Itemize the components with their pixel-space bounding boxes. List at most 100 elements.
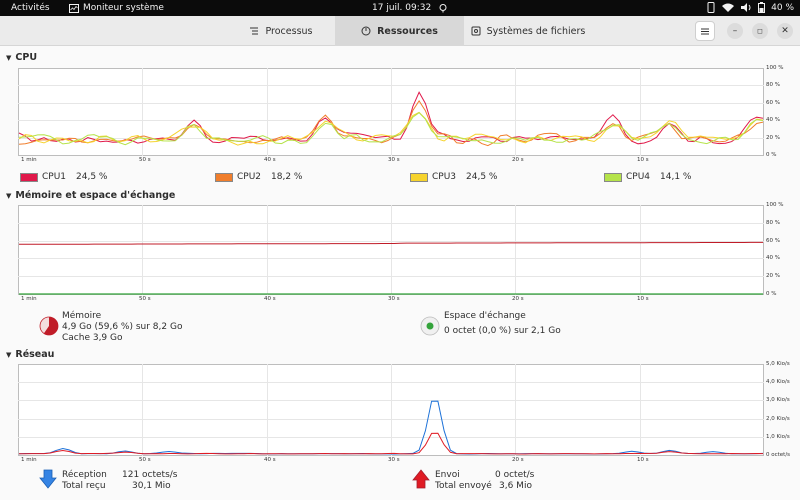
header-bar: Processus Ressources Systèmes de fichier… [0,16,800,46]
maximize-button[interactable]: ◻ [752,23,768,39]
chevron-down-icon: ▼ [6,53,12,62]
cpu-section-header[interactable]: ▼ CPU [6,52,37,63]
volume-icon [741,3,751,12]
memory-pie-button[interactable] [39,316,59,336]
x-tick-label: 50 s [139,457,151,463]
y-tick-label: 20 % [766,273,780,280]
y-tick-label: 4,0 Kio/s [766,379,790,386]
x-tick-label: 10 s [637,457,649,463]
x-tick-label: 1 min [21,296,37,302]
maximize-icon: ◻ [757,27,763,35]
tab-systemes-de-fichiers[interactable]: Systèmes de fichiers [468,16,588,46]
x-tick-label: 1 min [21,457,37,463]
memory-cache: Cache 3,9 Go [62,333,123,343]
cpu-name: CPU3 [432,172,457,182]
tx-total: 3,6 Mio [499,481,532,491]
cpu4-color-button[interactable] [604,172,622,182]
y-tick-label: 3,0 Kio/s [766,397,790,404]
memory-label: Mémoire [62,311,102,321]
y-tick-label: 60 % [766,237,780,244]
alarm-icon [439,2,447,13]
system-menu[interactable]: 40 % [707,2,794,13]
gauge-icon [361,26,371,36]
cpu-name: CPU1 [42,172,67,182]
x-tick-label: 30 s [388,457,400,463]
rx-label: Réception [62,470,107,480]
receive-info: Réception 121 octets/s Total reçu 30,1 Mio [62,470,178,492]
minimize-button[interactable]: – [727,23,743,39]
y-tick-label: 0 % [766,152,777,158]
tx-rate: 0 octet/s [495,470,535,480]
cpu-graph [18,68,764,156]
activities-button[interactable]: Activités [11,3,50,13]
swap-info: Espace d'échange 0 octet (0,0 %) sur 2,1… [444,311,561,337]
phone-icon [707,2,715,13]
tab-ressources[interactable]: Ressources [335,16,464,46]
main-menu-button[interactable] [695,21,715,41]
x-tick-label: 1 min [21,157,37,163]
tx-label: Envoi [435,470,460,480]
swap-label: Espace d'échange [444,311,526,321]
rx-total-label: Total reçu [62,481,106,491]
rx-total: 30,1 Mio [132,481,171,491]
send-info: Envoi 0 octet/s Total envoyé 3,6 Mio [435,470,534,492]
y-tick-label: 100 % [766,65,784,71]
upload-arrow-icon[interactable] [412,469,430,489]
cpu-title: CPU [15,52,38,63]
x-tick-label: 30 s [388,296,400,302]
wifi-icon [722,3,735,12]
x-tick-label: 20 s [512,457,524,463]
cpu-legend-item: CPU1 24,5 % [20,172,107,182]
y-tick-label: 80 % [766,219,780,226]
cpu-value: 24,5 % [466,172,498,182]
list-icon [250,27,259,35]
top-bar: Activités Moniteur système 17 juil. 09:3… [0,0,800,16]
clock[interactable]: 17 juil. 09:32 [372,3,431,13]
download-arrow-icon[interactable] [39,469,57,489]
tab-processus[interactable]: Processus [228,16,334,46]
tab-label: Processus [265,25,313,37]
memory-graph [18,205,764,295]
cpu-value: 14,1 % [660,172,692,182]
swap-pie-button[interactable] [420,316,440,336]
rx-rate: 121 octets/s [122,470,178,480]
network-title: Réseau [15,349,55,360]
monitor-icon [69,3,79,13]
app-menu[interactable]: Moniteur système [69,3,164,13]
graph-canvas [18,68,764,156]
cpu-legend-item: CPU4 14,1 % [604,172,691,182]
x-tick-label: 20 s [512,296,524,302]
network-graph [18,364,764,456]
close-button[interactable]: ✕ [777,23,793,39]
x-tick-label: 50 s [139,296,151,302]
graph-canvas [18,205,764,295]
disk-icon [471,26,481,36]
x-tick-label: 40 s [264,157,276,163]
memory-usage: 4,9 Go (59,6 %) sur 8,2 Go [62,322,183,332]
y-tick-label: 2,0 Kio/s [766,415,790,422]
cpu3-color-button[interactable] [410,172,428,182]
cpu-value: 24,5 % [76,172,108,182]
minimize-icon: – [732,26,738,36]
y-tick-label: 0 % [766,291,777,297]
cpu2-color-button[interactable] [215,172,233,182]
battery-percent: 40 % [771,2,794,13]
y-tick-label: 1,0 Kio/s [766,433,790,440]
network-section-header[interactable]: ▼ Réseau [6,349,54,360]
cpu1-color-button[interactable] [20,172,38,182]
cpu-legend-item: CPU2 18,2 % [215,172,302,182]
cpu-value: 18,2 % [271,172,303,182]
y-tick-label: 80 % [766,82,780,89]
memory-section-header[interactable]: ▼ Mémoire et espace d'échange [6,190,175,201]
app-name: Moniteur système [83,3,164,13]
chevron-down-icon: ▼ [6,191,12,200]
y-tick-label: 20 % [766,134,780,141]
x-tick-label: 10 s [637,157,649,163]
y-tick-label: 60 % [766,99,780,106]
y-tick-label: 40 % [766,117,780,124]
x-tick-label: 40 s [264,296,276,302]
y-tick-label: 5,0 Kio/s [766,361,790,367]
hamburger-icon [701,28,709,34]
memory-info: Mémoire 4,9 Go (59,6 %) sur 8,2 Go Cache… [62,311,182,344]
swap-usage: 0 octet (0,0 %) sur 2,1 Go [444,326,561,336]
